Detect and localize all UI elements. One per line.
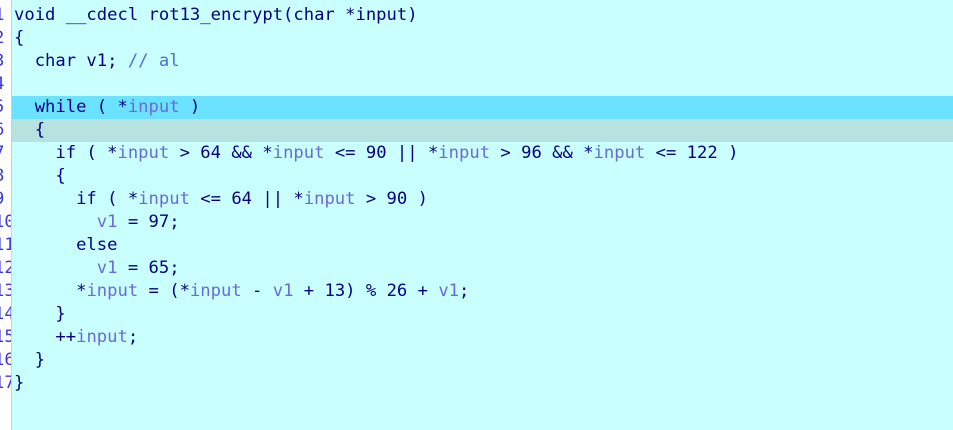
line-number: 1 [0,4,10,27]
code-text: - [241,281,273,301]
code-line[interactable]: { [12,27,953,50]
line-number: 10 [0,212,11,232]
code-identifier[interactable]: input [86,281,138,301]
code-identifier[interactable]: v1 [97,258,118,278]
code-line[interactable]: v1 = 97; [12,211,953,234]
code-line[interactable]: v1 = 65; [12,257,953,280]
code-line[interactable]: { [12,165,953,188]
code-text: = (* [138,281,190,301]
code-line[interactable]: void __cdecl rot13_encrypt(char *input) [12,4,953,27]
code-line[interactable]: *input = (*input - v1 + 13) % 26 + v1; [12,280,953,303]
code-text: } [14,304,66,324]
line-number-gutter: 1234567891011121314151617 [0,0,11,430]
code-identifier[interactable]: input [304,189,356,209]
line-number: 8 [0,165,10,188]
code-text: * [14,281,87,301]
line-number: 13 [0,281,11,301]
code-identifier[interactable]: v1 [273,281,294,301]
code-text: > 64 && * [169,143,273,163]
code-text: > 96 && * [490,143,594,163]
code-line[interactable]: char v1; // al [12,50,953,73]
line-number: 11 [0,235,11,255]
code-line[interactable]: } [12,372,953,395]
line-number: 7 [0,142,10,165]
code-identifier[interactable]: v1 [438,281,459,301]
line-number: 14 [0,304,11,324]
code-text: { [14,28,25,48]
code-line[interactable] [12,73,953,96]
line-number: 3 [0,50,10,73]
code-identifier[interactable]: v1 [97,212,118,232]
code-text: while ( * [14,97,128,117]
line-number: 6 [0,119,10,142]
code-text: } [14,373,25,393]
code-identifier[interactable]: input [438,143,490,163]
code-line[interactable]: ++input; [12,326,953,349]
line-number: 5 [0,96,10,119]
code-identifier[interactable]: input [273,143,325,163]
code-text: void __cdecl rot13_encrypt(char *input) [14,5,418,25]
code-text: else [14,235,118,255]
pseudocode-window: 1234567891011121314151617 void __cdecl r… [0,0,953,430]
code-identifier[interactable]: input [138,189,190,209]
code-text: > 90 ) [355,189,428,209]
code-text: if ( * [14,189,139,209]
code-text: = 65; [117,258,180,278]
code-text: ) [179,97,201,117]
code-text: <= 64 || * [189,189,304,209]
code-identifier[interactable]: input [76,327,128,347]
pseudocode-editor[interactable]: void __cdecl rot13_encrypt(char *input) {… [11,0,953,430]
code-identifier[interactable]: input [594,143,646,163]
code-line[interactable]: else [12,234,953,257]
code-text: { [14,166,66,186]
code-line[interactable]: if ( *input > 64 && *input <= 90 || *inp… [12,142,953,165]
code-text: char v1; [14,51,128,71]
line-number: 2 [0,27,10,50]
code-text: + 13) % 26 + [293,281,439,301]
code-text: = 97; [117,212,180,232]
line-number: 9 [0,188,10,211]
code-line-current[interactable]: while ( *input ) [12,96,953,119]
code-comment: // al [127,51,180,71]
line-number: 16 [0,350,11,370]
code-identifier[interactable]: input [117,143,169,163]
line-number: 12 [0,258,11,278]
code-line[interactable]: if ( *input <= 64 || *input > 90 ) [12,188,953,211]
code-identifier[interactable]: input [190,281,242,301]
code-line[interactable]: } [12,303,953,326]
line-number: 17 [0,373,11,393]
code-line[interactable]: { [12,119,953,142]
code-identifier[interactable]: input [128,97,180,117]
code-text: { [14,120,46,140]
code-text: ++ [14,327,77,347]
line-number: 4 [0,73,10,96]
code-text: if ( * [14,143,118,163]
code-text: } [14,350,46,370]
line-number: 15 [0,327,11,347]
code-text: ; [127,327,139,347]
code-text: <= 122 ) [645,143,739,163]
code-text: <= 90 || * [324,143,439,163]
code-text: ; [459,281,470,301]
code-line[interactable]: } [12,349,953,372]
